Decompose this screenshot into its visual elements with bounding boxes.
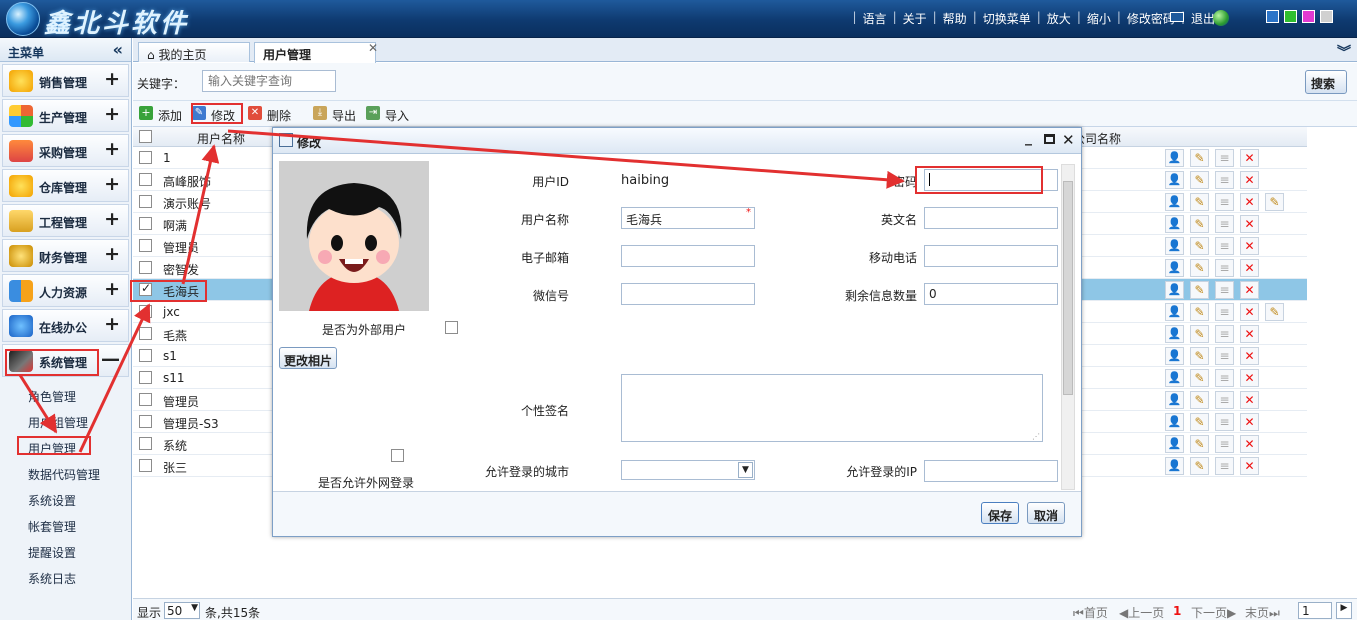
annotation-arrows xyxy=(18,129,905,453)
